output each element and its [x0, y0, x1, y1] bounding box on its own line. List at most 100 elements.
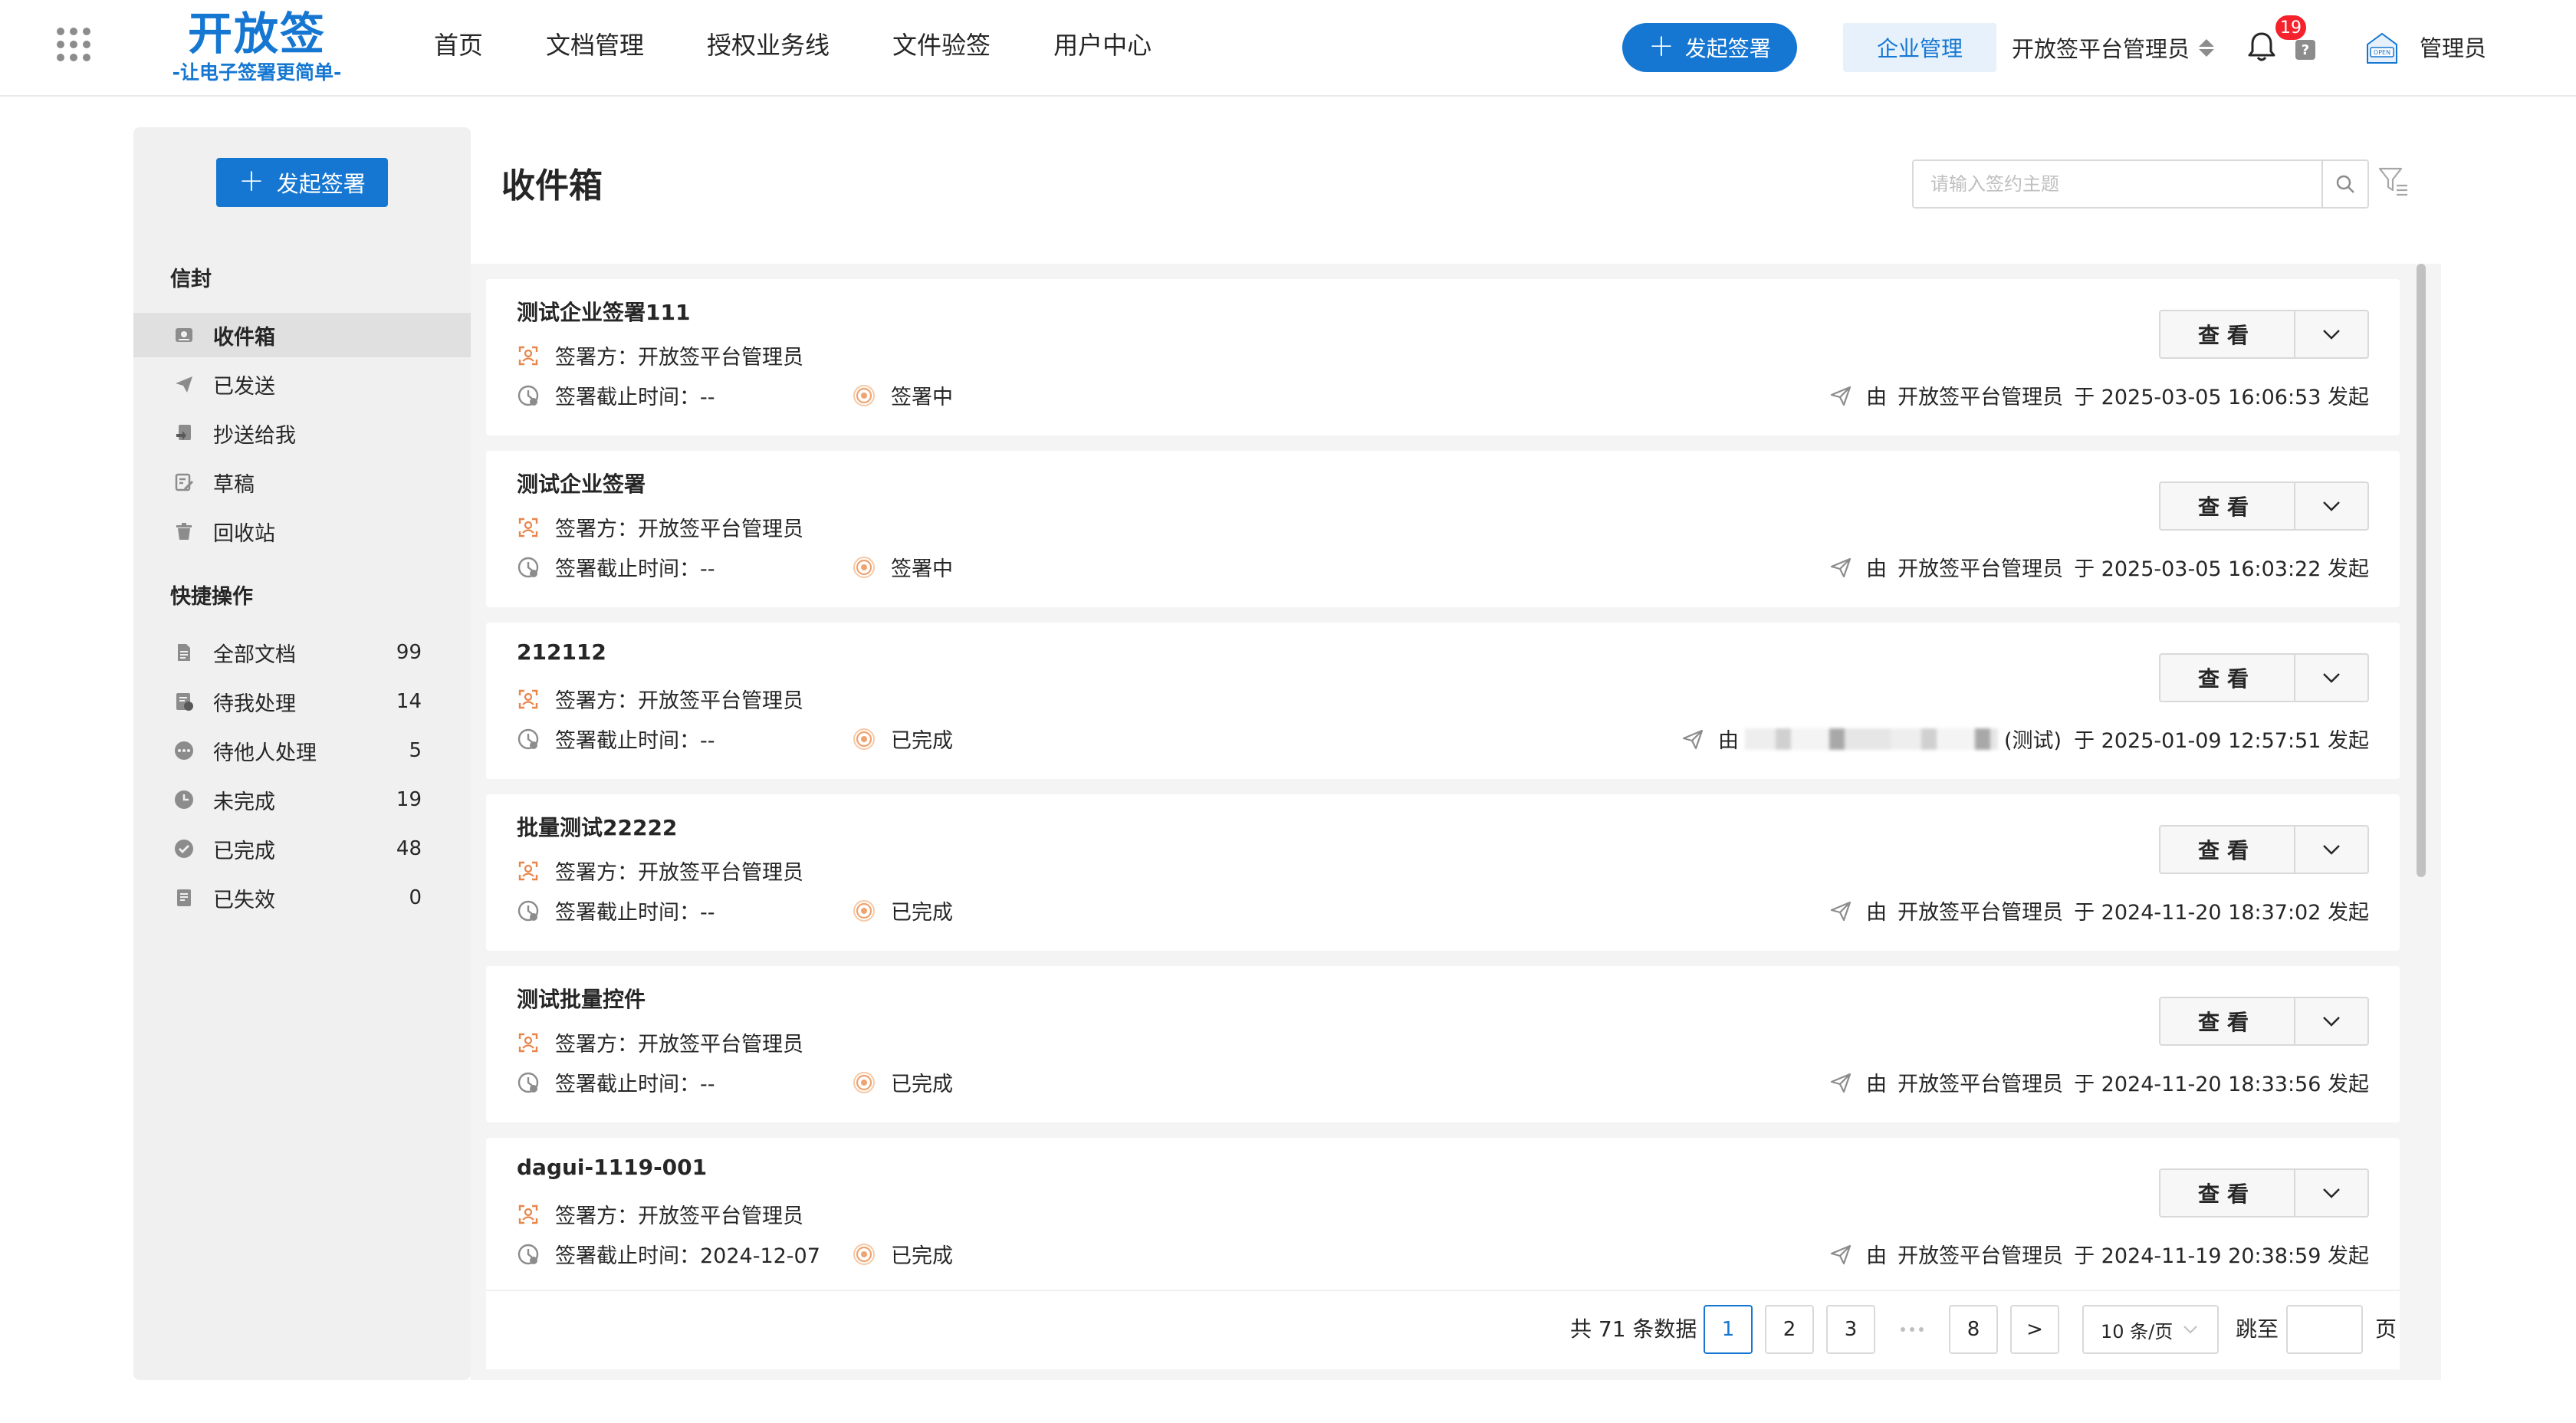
deadline-text: 签署截止时间：-- [555, 386, 715, 409]
sender-info: 由开放签平台管理员于 2024-11-20 18:33:56 发起 [1829, 1067, 2369, 1097]
document-title[interactable]: 测试批量控件 [517, 983, 646, 1014]
sent-at: 于 2025-03-05 16:03:22 发起 [2074, 557, 2369, 581]
start-sign-button-sidebar[interactable]: + 发起签署 [216, 158, 388, 207]
document-title[interactable]: 212112 [517, 639, 606, 665]
document-card[interactable]: 批量测试22222 签署方：开放签平台管理员 签署截止时间：-- 已完成 由开放签平台管… [486, 794, 2400, 951]
more-actions-dropdown[interactable] [2295, 1168, 2369, 1218]
jump-page-input[interactable] [2286, 1305, 2363, 1354]
more-actions-dropdown[interactable] [2295, 310, 2369, 359]
status-icon [853, 556, 876, 579]
org-switcher[interactable]: 开放签平台管理员 [2012, 23, 2215, 72]
logo-title: 开放签 [187, 8, 326, 60]
page-size-select[interactable]: 10 条/页 [2082, 1305, 2219, 1354]
page-button-3[interactable]: 3 [1826, 1305, 1875, 1354]
bell-icon[interactable] [2246, 31, 2277, 63]
status-text: 已完成 [891, 1244, 953, 1268]
notification-badge: 19 [2274, 14, 2308, 41]
view-button[interactable]: 查看 [2159, 481, 2295, 531]
sidebar-item-trash[interactable]: 回收站 [133, 509, 471, 554]
deadline-row: 签署截止时间：2024-12-07 [517, 1239, 820, 1269]
filter-icon[interactable] [2377, 164, 2410, 199]
document-card[interactable]: dagui-1119-001 签署方：开放签平台管理员 签署截止时间：2024-12… [486, 1138, 2400, 1294]
sidebar-item-all-documents[interactable]: 全部文档 99 [133, 630, 471, 675]
expired-icon [173, 887, 195, 909]
chevron-down-icon [2183, 1326, 2197, 1334]
sender-name: 开放签平台管理员 [1898, 386, 2064, 409]
view-button[interactable]: 查看 [2159, 825, 2295, 874]
document-title[interactable]: 批量测试22222 [517, 811, 677, 842]
document-card[interactable]: 测试企业签署 签署方：开放签平台管理员 签署截止时间：-- 签署中 由开放签平台管理员于… [486, 451, 2400, 607]
view-button[interactable]: 查看 [2159, 653, 2295, 702]
status-text: 签署中 [891, 386, 953, 409]
document-icon [173, 642, 195, 663]
search-input[interactable] [1914, 161, 2321, 207]
nav-file-verify[interactable]: 文件验签 [892, 26, 991, 61]
start-sign-button-header[interactable]: + 发起签署 [1622, 23, 1797, 72]
deadline-clock-icon [517, 1071, 540, 1094]
send-icon [1829, 1071, 1852, 1094]
app-grid-icon[interactable] [57, 28, 90, 61]
search-button[interactable] [2321, 161, 2367, 207]
sender-prefix: 由 [1718, 729, 1739, 753]
sender-name: 开放签平台管理员 [1898, 901, 2064, 925]
document-card[interactable]: 测试企业签署111 签署方：开放签平台管理员 签署截止时间：-- 签署中 由开放签平台管… [486, 279, 2400, 435]
chevron-down-icon [2321, 328, 2341, 340]
view-button[interactable]: 查看 [2159, 1168, 2295, 1218]
status-icon [853, 899, 876, 922]
sidebar-item-incomplete[interactable]: 未完成 19 [133, 777, 471, 822]
sidebar-item-my-pending[interactable]: 待我处理 14 [133, 679, 471, 724]
view-button-group: 查看 [2159, 825, 2369, 874]
trash-icon [173, 521, 195, 542]
chevron-down-icon [2321, 500, 2341, 512]
next-page-button[interactable]: > [2010, 1305, 2059, 1354]
sidebar-item-cc[interactable]: 抄送给我 [133, 411, 471, 455]
sidebar-item-completed[interactable]: 已完成 48 [133, 827, 471, 871]
logo-subtitle: -让电子签署更简单- [172, 61, 342, 84]
sidebar-item-sent[interactable]: 已发送 [133, 362, 471, 406]
deadline-clock-icon [517, 728, 540, 751]
logo[interactable]: 开放签 -让电子签署更简单- [146, 5, 368, 84]
document-title[interactable]: dagui-1119-001 [517, 1155, 707, 1180]
user-name[interactable]: 管理员 [2420, 31, 2486, 66]
sidebar-item-drafts[interactable]: 草稿 [133, 460, 471, 504]
help-icon[interactable]: ? [2295, 40, 2315, 60]
draft-icon [173, 472, 195, 493]
signer-text: 签署方：开放签平台管理员 [555, 689, 803, 713]
more-actions-dropdown[interactable] [2295, 997, 2369, 1046]
nav-home[interactable]: 首页 [434, 26, 483, 61]
more-actions-dropdown[interactable] [2295, 825, 2369, 874]
nav-documents[interactable]: 文档管理 [546, 26, 644, 61]
view-button-group: 查看 [2159, 653, 2369, 702]
page-button-1[interactable]: 1 [1704, 1305, 1753, 1354]
deadline-text: 签署截止时间：-- [555, 729, 715, 753]
page-button-2[interactable]: 2 [1765, 1305, 1814, 1354]
sidebar-item-label: 回收站 [213, 521, 275, 546]
main-nav: 首页 文档管理 授权业务线 文件验签 用户中心 [434, 0, 1214, 87]
deadline-clock-icon [517, 556, 540, 579]
sidebar-item-others-pending[interactable]: 待他人处理 5 [133, 728, 471, 773]
signer-row: 签署方：开放签平台管理员 [517, 1199, 803, 1229]
deadline-clock-icon [517, 899, 540, 922]
deadline-text: 签署截止时间：-- [555, 557, 715, 581]
document-card[interactable]: 测试批量控件 签署方：开放签平台管理员 签署截止时间：-- 已完成 由开放签平台管理员于… [486, 966, 2400, 1122]
sidebar-item-label: 收件箱 [213, 325, 275, 350]
more-actions-dropdown[interactable] [2295, 653, 2369, 702]
document-title[interactable]: 测试企业签署111 [517, 296, 690, 327]
org-manage-button[interactable]: 企业管理 [1843, 23, 1996, 72]
sidebar-item-expired[interactable]: 已失效 0 [133, 876, 471, 920]
sent-at: 于 2025-01-09 12:57:51 发起 [2074, 729, 2369, 753]
scrollbar-thumb[interactable] [2417, 264, 2426, 877]
nav-user-center[interactable]: 用户中心 [1053, 26, 1152, 61]
sidebar-item-inbox[interactable]: 收件箱 [133, 313, 471, 357]
view-button[interactable]: 查看 [2159, 997, 2295, 1046]
nav-business-lines[interactable]: 授权业务线 [707, 26, 830, 61]
document-title[interactable]: 测试企业签署 [517, 468, 646, 498]
view-button[interactable]: 查看 [2159, 310, 2295, 359]
send-icon [1829, 384, 1852, 407]
page-button-8[interactable]: 8 [1949, 1305, 1998, 1354]
avatar[interactable]: OPEN [2363, 31, 2401, 66]
deadline-clock-icon [517, 1243, 540, 1266]
document-card[interactable]: 212112 签署方：开放签平台管理员 签署截止时间：-- 已完成 由 (测试) 于 202… [486, 623, 2400, 779]
more-actions-dropdown[interactable] [2295, 481, 2369, 531]
page-ellipsis[interactable] [1888, 1305, 1937, 1354]
